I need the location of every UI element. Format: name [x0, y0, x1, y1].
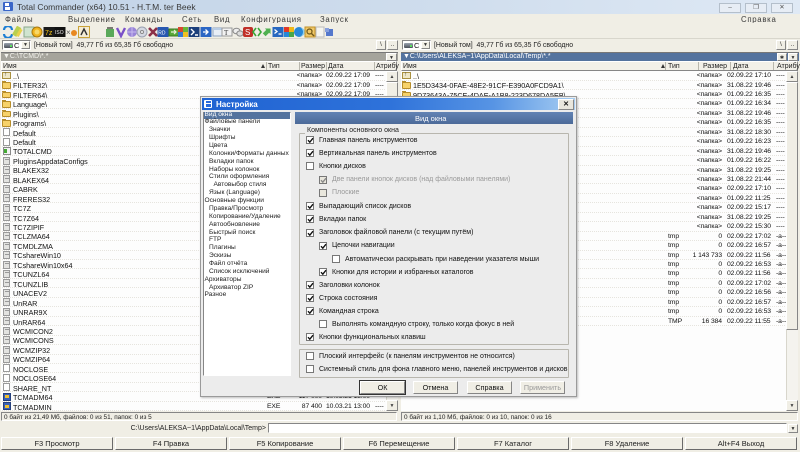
- svg-text:T: T: [224, 29, 229, 37]
- svg-text:7z: 7z: [45, 30, 53, 37]
- svg-text:RD: RD: [158, 30, 166, 36]
- svg-text:ISO: ISO: [55, 30, 64, 36]
- svg-text:×: ×: [66, 28, 71, 37]
- svg-text:S: S: [245, 28, 250, 37]
